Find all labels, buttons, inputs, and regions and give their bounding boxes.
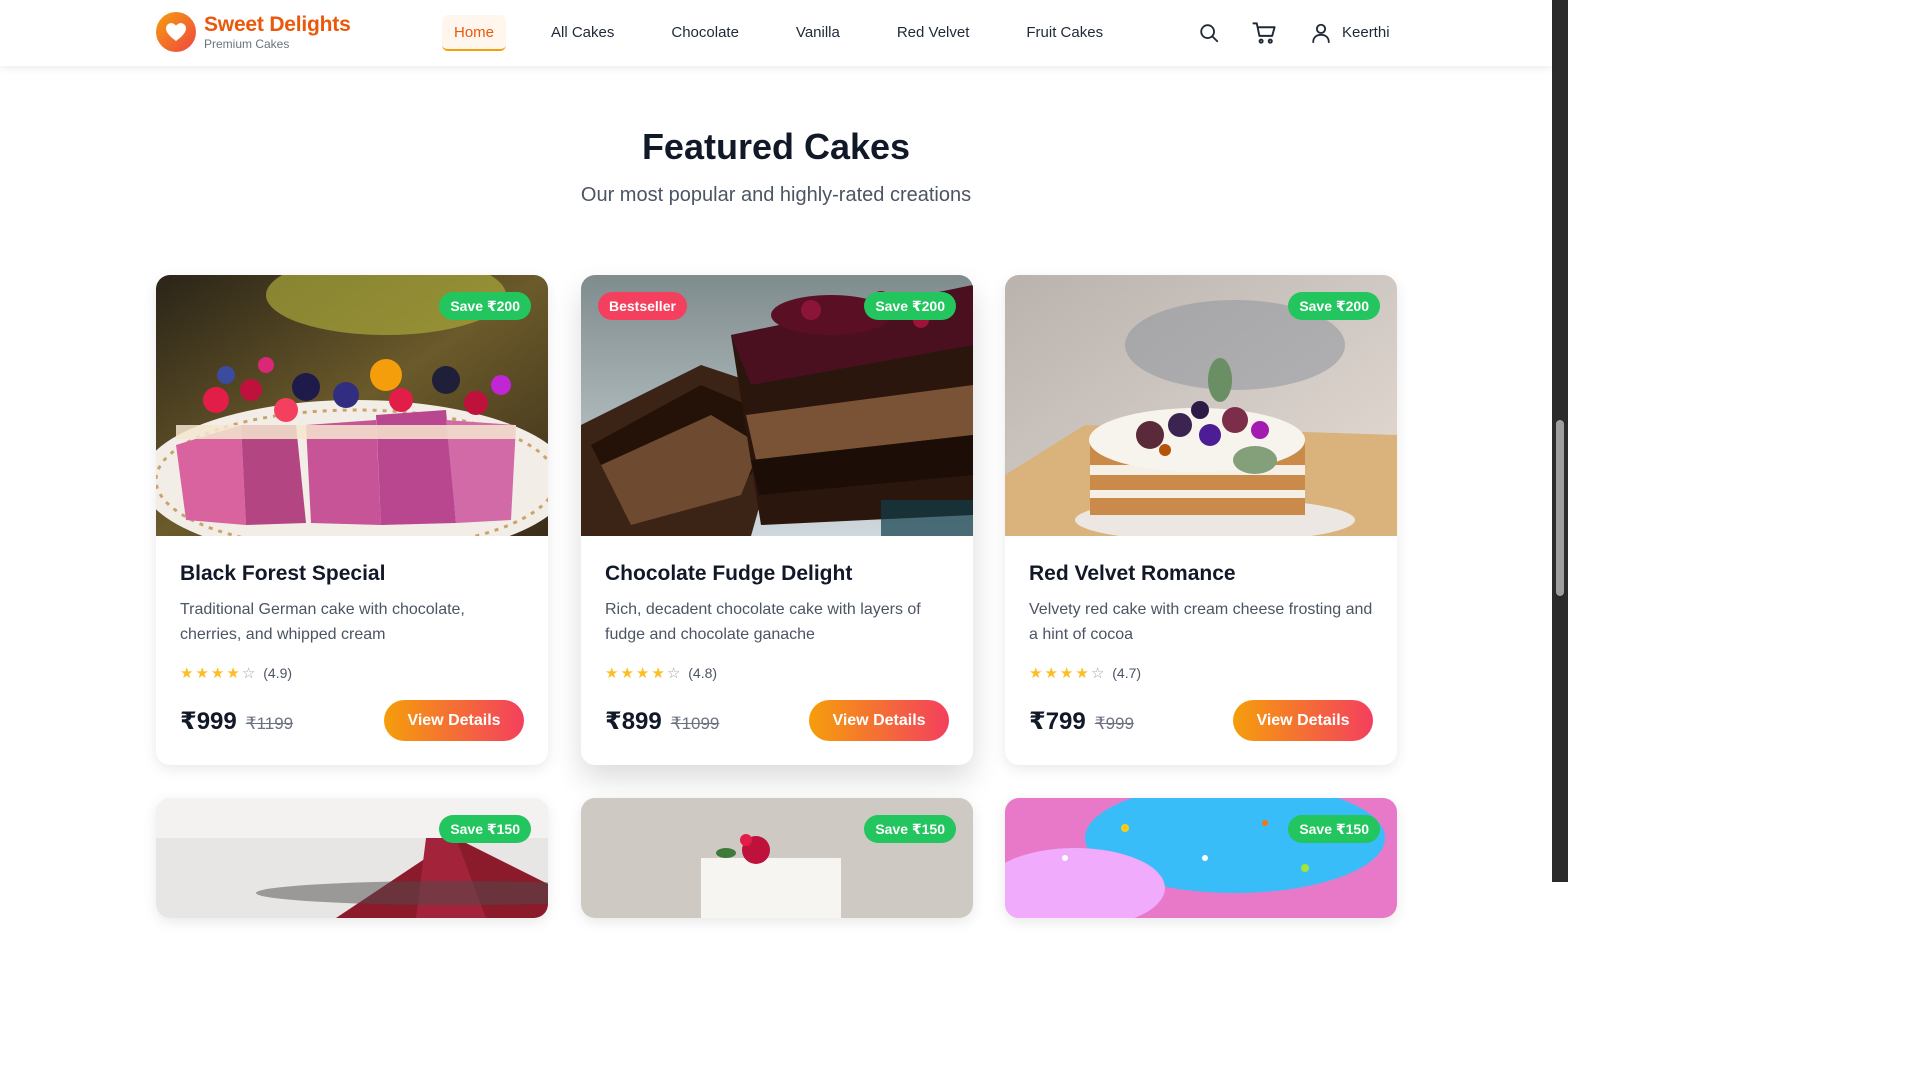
price: ₹999 (180, 708, 237, 735)
star-filled-icon: ★ (651, 664, 665, 682)
card-title[interactable]: Black Forest Special (180, 562, 524, 586)
cake-image[interactable]: Save ₹150 (156, 798, 548, 918)
star-empty-icon: ☆ (1090, 664, 1105, 682)
brand-logo[interactable]: Sweet Delights Premium Cakes (156, 12, 351, 52)
star-empty-icon: ☆ (666, 664, 681, 682)
card-description: Velvety red cake with cream cheese frost… (1029, 601, 1373, 643)
star-filled-icon: ★ (180, 664, 194, 682)
star-rating: ★ ★ ★ ★ ☆ (4.7) (1029, 665, 1141, 681)
card-description: Traditional German cake with chocolate, … (180, 601, 465, 643)
star-rating: ★ ★ ★ ★ ☆ (4.9) (180, 665, 292, 681)
star-filled-icon: ★ (1029, 664, 1043, 682)
view-details-button[interactable]: View Details (1233, 700, 1373, 741)
price-row: ₹899 ₹1099 (605, 707, 719, 736)
discount-badge: Save ₹150 (439, 815, 531, 843)
star-filled-icon: ★ (1044, 664, 1058, 682)
rating-value: (4.8) (688, 665, 718, 681)
star-filled-icon: ★ (210, 664, 225, 682)
product-card[interactable]: Save ₹150 (156, 798, 548, 918)
product-card[interactable]: Save ₹150 (1005, 798, 1397, 918)
site-header: Sweet Delights Premium Cakes Home All Ca… (0, 0, 1552, 66)
price: ₹799 (1029, 708, 1086, 735)
price-row: ₹999 ₹1199 (180, 707, 293, 736)
original-price: ₹999 (1094, 714, 1134, 733)
nav-red-velvet[interactable]: Red Velvet (885, 15, 982, 51)
star-filled-icon: ★ (620, 664, 634, 682)
star-filled-icon: ★ (195, 664, 209, 682)
discount-badge: Save ₹150 (864, 815, 956, 843)
view-details-button[interactable]: View Details (384, 700, 524, 741)
price-row: ₹799 ₹999 (1029, 707, 1134, 736)
original-price: ₹1099 (670, 714, 720, 733)
product-card[interactable]: Bestseller Save ₹200 Chocolate Fudge Del… (581, 275, 973, 765)
cake-image[interactable]: Save ₹150 (1005, 798, 1397, 918)
view-details-button[interactable]: View Details (809, 700, 949, 741)
nav-home[interactable]: Home (442, 15, 507, 51)
scrollbar-thumb[interactable] (1556, 420, 1564, 596)
nav-all-cakes[interactable]: All Cakes (539, 15, 626, 51)
discount-badge: Save ₹150 (1288, 815, 1380, 843)
price: ₹899 (605, 708, 662, 735)
discount-badge: Save ₹200 (439, 292, 531, 320)
discount-badge: Save ₹200 (864, 292, 956, 320)
section-title: Featured Cakes (641, 126, 911, 167)
bestseller-badge: Bestseller (598, 292, 687, 320)
main-nav: Home All Cakes Chocolate Vanilla Red Vel… (442, 15, 1115, 51)
star-filled-icon: ★ (635, 664, 650, 682)
star-filled-icon: ★ (1059, 664, 1074, 682)
nav-fruit-cakes[interactable]: Fruit Cakes (1014, 15, 1115, 51)
heart-icon (156, 12, 196, 52)
page-scrollbar[interactable] (1552, 0, 1568, 882)
search-icon[interactable] (1196, 20, 1222, 46)
cake-image[interactable]: Bestseller Save ₹200 (581, 275, 973, 536)
cake-image[interactable]: Save ₹150 (581, 798, 973, 918)
rating-value: (4.9) (263, 665, 293, 681)
card-title[interactable]: Red Velvet Romance (1029, 562, 1373, 586)
card-description: Rich, decadent chocolate cake with layer… (605, 601, 921, 643)
product-card[interactable]: Save ₹200 Black Forest Special Tradition… (156, 275, 548, 765)
user-icon[interactable] (1308, 20, 1334, 46)
product-card[interactable]: Save ₹150 (581, 798, 973, 918)
cake-image[interactable]: Save ₹200 (1005, 275, 1397, 536)
star-filled-icon: ★ (605, 664, 619, 682)
star-filled-icon: ★ (1075, 664, 1089, 682)
rating-value: (4.7) (1112, 665, 1142, 681)
cart-icon[interactable] (1251, 20, 1277, 46)
section-subtitle: Our most popular and highly-rated creati… (580, 184, 972, 206)
discount-badge: Save ₹200 (1288, 292, 1380, 320)
brand-name: Sweet Delights (204, 13, 351, 36)
card-title[interactable]: Chocolate Fudge Delight (605, 562, 949, 586)
original-price: ₹1199 (245, 714, 294, 733)
brand-tagline: Premium Cakes (204, 37, 290, 51)
cake-image[interactable]: Save ₹200 (156, 275, 548, 536)
user-name[interactable]: Keerthi (1342, 24, 1390, 41)
nav-chocolate[interactable]: Chocolate (659, 15, 751, 51)
star-rating: ★ ★ ★ ★ ☆ (4.8) (605, 665, 717, 681)
star-filled-icon: ★ (226, 664, 240, 682)
star-empty-icon: ☆ (241, 664, 256, 682)
product-card[interactable]: Save ₹200 Red Velvet Romance Velvety red… (1005, 275, 1397, 765)
nav-vanilla[interactable]: Vanilla (784, 15, 852, 51)
